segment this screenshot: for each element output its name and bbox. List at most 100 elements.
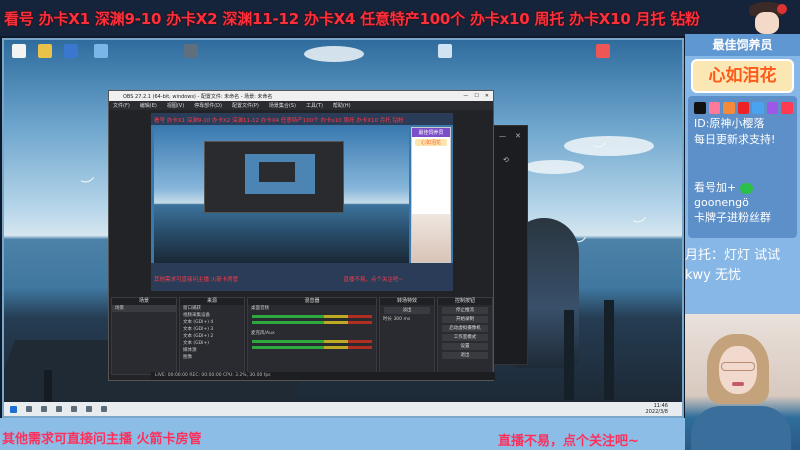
mixer-track-label: 麦克风/Aux: [251, 331, 275, 336]
controls-panel[interactable]: 控制按钮 停止推流 开始录制 启动虚拟摄像机 工作室模式 设置 退出: [437, 297, 493, 375]
scenes-panel[interactable]: 场景 场景: [111, 297, 177, 375]
social-update: 每日更新求支持!: [694, 133, 776, 146]
desktop-icon[interactable]: [34, 44, 56, 59]
avatar: [735, 0, 800, 38]
cloud: [304, 46, 364, 62]
mixer-panel[interactable]: 混音器 桌面音频 麦克风/Aux: [247, 297, 377, 375]
preview-sidebar: 最佳饲养员 心如泪花: [411, 127, 451, 263]
preview-nested-preview: [245, 154, 315, 194]
source-item[interactable]: 窗口捕获: [180, 305, 244, 312]
browser-icon[interactable]: [71, 406, 77, 412]
sources-header: 来源: [180, 298, 244, 305]
webcam-hoodie: [691, 406, 791, 450]
desktop-icon[interactable]: [434, 44, 456, 59]
top-banner: 看号 办卡X1 深渊9-10 办卡X2 深渊11-12 办卡X4 任意特产100…: [0, 0, 735, 36]
transitions-panel[interactable]: 转场特效 淡出 时长 300 ms: [379, 297, 435, 375]
monthly-section: 月托：灯灯 试试 kwy 无忧: [681, 246, 800, 286]
sources-panel[interactable]: 来源 窗口捕获 视频采集设备 文本 (GDI+) 4 文本 (GDI+) 3 文…: [179, 297, 245, 375]
preview-nested-window: [259, 162, 295, 182]
side-app-window[interactable]: — ✕ ⟲: [488, 125, 528, 365]
menu-view[interactable]: 视图(V): [167, 102, 184, 109]
transition-select[interactable]: 淡出: [384, 307, 430, 314]
preview-bottom-right: 直播不易，点个关注吧~: [343, 277, 403, 283]
mixer-header: 混音器: [248, 298, 376, 305]
desktop-icon[interactable]: [8, 44, 30, 59]
studio-mode-button[interactable]: 工作室模式: [442, 334, 488, 341]
obs-window[interactable]: OBS 27.2.1 (64-bit, windows) - 配置文件: 未命名…: [108, 90, 495, 381]
obs-title: OBS 27.2.1 (64-bit, windows) - 配置文件: 未命名…: [123, 93, 273, 100]
preview-bottom-left: 其他需求可直接问主播 火箭卡房管: [154, 277, 239, 283]
wechat-icon: [739, 182, 753, 194]
obs-menubar: 文件(F) 编辑(E) 视图(V) 停靠部件(D) 配置文件(P) 场景集合(S…: [109, 101, 493, 110]
menu-scene-collection[interactable]: 场景集合(S): [269, 102, 296, 109]
transitions-header: 转场特效: [380, 298, 434, 305]
xiaohongshu-icon: [781, 102, 794, 114]
source-item[interactable]: 图像: [180, 354, 244, 361]
windows-start-icon[interactable]: [10, 405, 17, 413]
duration-label: 时长: [383, 317, 392, 322]
monthly-label: 月托：灯灯 试试: [685, 248, 781, 263]
maximize-icon[interactable]: ☐: [474, 93, 478, 99]
source-item[interactable]: 媒体源: [180, 347, 244, 354]
duration-row: 时长 300 ms: [380, 316, 434, 323]
flower-icon: [777, 4, 787, 14]
close-icon[interactable]: ✕: [515, 132, 521, 140]
audio-meter: [252, 315, 372, 318]
scene-item[interactable]: 场景: [112, 305, 176, 312]
menu-edit[interactable]: 编辑(E): [140, 102, 157, 109]
desktop-icon[interactable]: [592, 44, 614, 59]
webcam-lips: [732, 382, 744, 386]
source-item[interactable]: 视频采集设备: [180, 312, 244, 319]
source-item[interactable]: 文本 (GDI+) 3: [180, 326, 244, 333]
app-taskbar-icon[interactable]: [101, 406, 107, 412]
desktop-icon[interactable]: [90, 44, 112, 59]
obs-status-bar: LIVE: 00:00:00 REC: 00:00:00 CPU: 3.2%, …: [151, 372, 495, 380]
minimize-icon[interactable]: —: [499, 132, 506, 140]
menu-file[interactable]: 文件(F): [113, 102, 130, 109]
audio-meter: [252, 340, 372, 343]
start-recording-button[interactable]: 开始录制: [442, 316, 488, 323]
obs-titlebar[interactable]: OBS 27.2.1 (64-bit, windows) - 配置文件: 未命名…: [109, 91, 493, 101]
monthly-name: kwy 无忧: [685, 268, 741, 283]
wallpaper-chair: [604, 300, 614, 400]
desktop-icon[interactable]: [60, 44, 82, 59]
bilibili-icon: [708, 102, 721, 114]
virtual-camera-button[interactable]: 启动虚拟摄像机: [442, 325, 488, 332]
minimize-icon[interactable]: —: [463, 93, 468, 99]
taskbar-clock[interactable]: 11:46 2022/3/8: [646, 403, 668, 415]
exit-button[interactable]: 退出: [442, 352, 488, 359]
preview-webcam: [412, 214, 450, 262]
desktop-capture: ︶ ︶ ︶ ︶ ︶ — ✕ ⟲ OBS 27.2.1 (64-bit, wind…: [2, 38, 684, 418]
obs-preview[interactable]: 看号 办卡X1 深渊9-10 办卡X2 深渊11-12 办卡X4 任意特产100…: [151, 113, 453, 291]
clock-date: 2022/3/8: [645, 409, 668, 415]
menu-tools[interactable]: 工具(T): [306, 102, 323, 109]
preview-banner: 看号 办卡X1 深渊9-10 办卡X2 深渊11-12 办卡X4 任意特产100…: [151, 113, 453, 125]
desktop-icon[interactable]: [180, 44, 202, 59]
file-explorer-icon[interactable]: [56, 406, 62, 412]
preview-bottom-bar: 其他需求可直接问主播 火箭卡房管 直播不易，点个关注吧~: [151, 263, 453, 291]
twitch-icon: [766, 102, 779, 114]
duration-value[interactable]: 300 ms: [393, 317, 410, 322]
scenes-header: 场景: [112, 298, 176, 305]
task-view-icon[interactable]: [41, 406, 47, 412]
controls-header: 控制按钮: [438, 298, 492, 305]
preview-sidebar-title: 最佳饲养员: [412, 128, 450, 137]
source-item[interactable]: 文本 (GDI+): [180, 340, 244, 347]
seagull-icon: ︶: [80, 176, 99, 196]
menu-profile[interactable]: 配置文件(P): [232, 102, 259, 109]
close-icon[interactable]: ✕: [485, 93, 489, 99]
source-item[interactable]: 文本 (GDI+) 2: [180, 333, 244, 340]
glasses-icon: [721, 362, 755, 371]
share-icon[interactable]: ⟲: [503, 156, 509, 164]
search-icon[interactable]: [26, 406, 32, 412]
social-id: ID:原神小樱落: [694, 117, 765, 130]
stop-streaming-button[interactable]: 停止推流: [442, 307, 488, 314]
menu-docks[interactable]: 停靠部件(D): [194, 102, 222, 109]
social-icons: [688, 96, 797, 116]
settings-button[interactable]: 设置: [442, 343, 488, 350]
obs-taskbar-icon[interactable]: [86, 406, 92, 412]
source-item[interactable]: 文本 (GDI+) 4: [180, 319, 244, 326]
panel-header: 最佳饲养员: [685, 34, 800, 56]
menu-help[interactable]: 帮助(H): [333, 102, 351, 109]
huya-icon: [752, 102, 764, 114]
